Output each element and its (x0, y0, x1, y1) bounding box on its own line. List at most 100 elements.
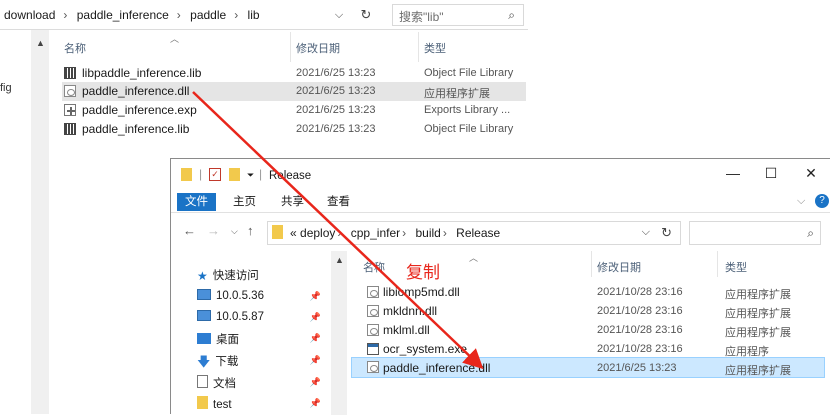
back-breadcrumb: download › paddle_inference › paddle › lib (4, 8, 266, 22)
breadcrumb-release[interactable]: Release (456, 226, 500, 240)
file-date: 2021/10/28 23:16 (597, 324, 683, 336)
breadcrumb-overflow[interactable]: « (290, 226, 297, 240)
chevron-right-icon: › (63, 8, 68, 22)
sidebar-item-test[interactable]: test 📌 (197, 396, 331, 416)
sidebar-item-documents[interactable]: 文档 📌 (197, 375, 331, 395)
sidebar-item-quick-access[interactable]: ★ 快速访问 (197, 267, 259, 287)
maximize-button[interactable]: ☐ (757, 165, 785, 185)
monitor-icon (197, 289, 211, 300)
lib-icon (64, 67, 76, 79)
search-icon[interactable]: ⌕ (508, 8, 515, 23)
file-row[interactable]: mkldnn.dll 2021/10/28 23:16 应用程序扩展 (351, 302, 825, 321)
folder-icon (181, 168, 192, 181)
file-row-selected[interactable]: paddle_inference.dll 2021/6/25 13:23 应用程… (351, 357, 825, 378)
back-file-row[interactable]: paddle_inference.dll 2021/6/25 13:23 应用程… (62, 82, 526, 101)
tab-view[interactable]: 查看 (319, 193, 358, 211)
search-icon[interactable]: ⌕ (807, 226, 814, 241)
help-icon[interactable]: ? (815, 194, 829, 208)
back-nav-item[interactable]: fig (0, 82, 12, 94)
back-file-row[interactable]: paddle_inference.exp 2021/6/25 13:23 Exp… (62, 101, 526, 120)
breadcrumb-cpp-infer[interactable]: cpp_infer (351, 226, 400, 240)
title-bar[interactable]: | ✓ ⏷ | Release — ☐ ✕ (171, 159, 830, 189)
exp-icon (64, 104, 76, 116)
file-date: 2021/6/25 13:23 (597, 362, 677, 374)
up-arrow-icon[interactable]: ↑ (247, 223, 254, 238)
file-type: Object File Library (424, 67, 514, 79)
breadcrumb-paddle[interactable]: paddle (190, 8, 226, 22)
front-search-input[interactable]: ⌕ (689, 221, 821, 245)
file-date: 2021/10/28 23:16 (597, 305, 683, 317)
back-file-row[interactable]: paddle_inference.lib 2021/6/25 13:23 Obj… (62, 120, 526, 139)
properties-icon[interactable]: ✓ (209, 168, 221, 181)
breadcrumb-deploy[interactable]: deploy (300, 226, 335, 240)
sidebar-item-10-0-5-36[interactable]: 10.0.5.36 📌 (197, 289, 331, 309)
sidebar-item-downloads[interactable]: 🡇 下载 📌 (197, 353, 331, 373)
chevron-down-icon[interactable]: ⌵ (330, 6, 348, 24)
back-column-type[interactable]: 类型 (424, 40, 446, 56)
file-row[interactable]: libiomp5md.dll 2021/10/28 23:16 应用程序扩展 (351, 283, 825, 302)
window-title: Release (269, 170, 312, 182)
back-file-row[interactable]: libpaddle_inference.lib 2021/6/25 13:23 … (62, 64, 526, 83)
file-type: 应用程序扩展 (725, 365, 791, 377)
copy-annotation: 复制 (406, 263, 440, 283)
navigation-scrollbar[interactable]: ▲ (331, 251, 347, 415)
close-button[interactable]: ✕ (797, 165, 825, 185)
tab-share[interactable]: 共享 (273, 193, 312, 211)
column-date[interactable]: 修改日期 (597, 259, 641, 275)
sort-up-icon: ︿ (170, 34, 180, 44)
dll-icon (367, 361, 379, 373)
pin-icon[interactable]: 📌 (310, 291, 321, 302)
desktop-icon (197, 333, 211, 344)
file-name: paddle_inference.dll (82, 84, 190, 98)
column-divider (591, 251, 592, 277)
chevron-down-icon[interactable]: ⌵ (642, 226, 650, 239)
customize-toolbar-icon[interactable]: ⏷ (247, 170, 254, 181)
back-column-name[interactable]: 名称 (64, 40, 86, 56)
back-column-date[interactable]: 修改日期 (296, 40, 340, 56)
back-search-input[interactable]: 搜索"lib" ⌕ (392, 4, 524, 26)
scroll-up-icon[interactable]: ▲ (335, 255, 344, 265)
chevron-down-icon[interactable]: ⌵ (797, 195, 805, 208)
breadcrumb-paddle-inference[interactable]: paddle_inference (77, 8, 169, 22)
breadcrumb-build[interactable]: build (415, 226, 440, 240)
file-name: mklml.dll (383, 323, 430, 337)
tab-home[interactable]: 主页 (225, 193, 264, 211)
chevron-right-icon: › (337, 226, 342, 240)
sidebar-item-label: 快速访问 (212, 270, 259, 282)
column-name[interactable]: 名称 (363, 259, 385, 275)
file-date: 2021/6/25 13:23 (296, 104, 376, 116)
pin-icon[interactable]: 📌 (310, 398, 321, 409)
breadcrumb-download[interactable]: download (4, 8, 55, 22)
column-type[interactable]: 类型 (725, 259, 747, 275)
new-folder-icon[interactable] (229, 168, 240, 181)
file-date: 2021/6/25 13:23 (296, 85, 376, 97)
pin-icon[interactable]: 📌 (310, 312, 321, 323)
sidebar-item-10-0-5-87[interactable]: 10.0.5.87 📌 (197, 310, 331, 330)
minimize-button[interactable]: — (719, 165, 747, 185)
sidebar-item-desktop[interactable]: 桌面 📌 (197, 331, 331, 351)
back-arrow-icon[interactable]: ← (183, 223, 196, 238)
file-name: mkldnn.dll (383, 304, 438, 318)
forward-arrow-icon[interactable]: → (207, 223, 220, 238)
chevron-right-icon: › (234, 8, 239, 22)
address-bar[interactable]: « deploy › cpp_infer › build › Release ⌵ ↻ (267, 221, 681, 245)
sidebar-item-label: 10.0.5.87 (216, 311, 264, 323)
file-name: paddle_inference.dll (383, 361, 491, 375)
pin-icon[interactable]: 📌 (310, 333, 321, 344)
scroll-up-icon[interactable]: ▲ (36, 38, 45, 48)
back-scrollbar[interactable] (32, 30, 49, 414)
tab-file[interactable]: 文件 (177, 193, 216, 211)
pin-icon[interactable]: 📌 (310, 377, 321, 388)
ribbon-tabs: 文件 主页 共享 查看 ⌵ ? (171, 189, 830, 213)
file-type: Object File Library (424, 123, 514, 135)
breadcrumb-lib[interactable]: lib (248, 8, 260, 22)
separator: | (259, 167, 263, 181)
column-divider (418, 32, 419, 62)
recent-locations-icon[interactable]: ⌵ (231, 226, 238, 237)
file-row[interactable]: mklml.dll 2021/10/28 23:16 应用程序扩展 (351, 321, 825, 340)
file-name: paddle_inference.lib (82, 122, 190, 136)
refresh-icon[interactable]: ↻ (661, 225, 672, 241)
refresh-icon[interactable]: ↻ (356, 6, 376, 24)
file-name: paddle_inference.exp (82, 103, 197, 117)
pin-icon[interactable]: 📌 (310, 355, 321, 366)
